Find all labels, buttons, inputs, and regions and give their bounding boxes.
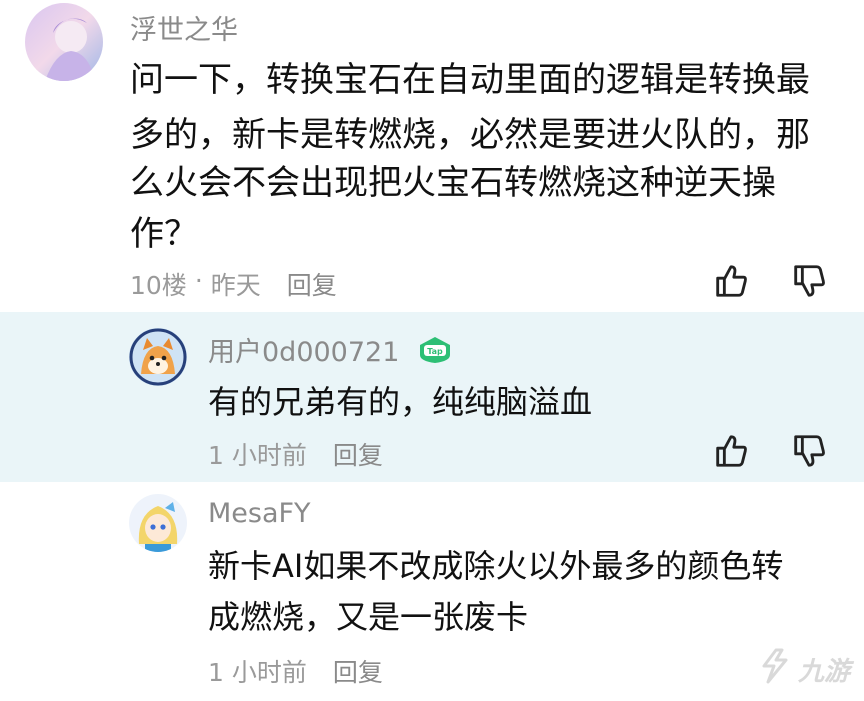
vote-actions [712, 432, 828, 470]
watermark-text: 九游 [797, 657, 850, 687]
jiuyou-logo-icon [754, 646, 794, 693]
avatar-image [25, 3, 103, 81]
reply-time: 1 小时前 [208, 441, 307, 470]
watermark: 九游 [754, 646, 850, 693]
thumbs-down-icon[interactable] [790, 262, 828, 300]
avatar[interactable] [129, 328, 187, 386]
comment-text-line: 么火会不会出现把火宝石转燃烧这种逆天操 [130, 163, 776, 203]
comment-main: 浮世之华 问一下，转换宝石在自动里面的逻辑是转换最 多的，新卡是转燃烧，必然是要… [0, 0, 864, 312]
avatar-image [129, 328, 187, 386]
reply-username[interactable]: 用户0d000721 Tap [208, 330, 452, 372]
reply-button[interactable]: 回复 [333, 653, 383, 689]
reply-meta: 1 小时前 回复 [208, 436, 383, 472]
reply-button[interactable]: 回复 [287, 266, 337, 302]
comment-time: 昨天 [210, 271, 261, 300]
comment-text-line: 多的，新卡是转燃烧，必然是要进火队的，那 [130, 115, 810, 155]
comment-username[interactable]: 浮世之华 [130, 8, 238, 47]
thumbs-up-icon[interactable] [712, 432, 750, 470]
vote-actions [712, 262, 828, 300]
reply-text-line: 新卡AI如果不改成除火以外最多的颜色转 [208, 547, 784, 585]
reply-username-text[interactable]: 用户0d000721 [208, 337, 399, 368]
avatar[interactable] [25, 3, 103, 81]
reply-comment: MesaFY 新卡AI如果不改成除火以外最多的颜色转 成燃烧，又是一张废卡 1 … [0, 482, 864, 701]
avatar[interactable] [129, 494, 187, 552]
comment-meta: 10楼 · 昨天 回复 [130, 266, 337, 302]
avatar-image [129, 494, 187, 552]
reply-time: 1 小时前 [208, 658, 307, 687]
thumbs-down-icon[interactable] [790, 432, 828, 470]
floor-number: 10楼 [130, 271, 187, 300]
thumbs-up-icon[interactable] [712, 262, 750, 300]
reply-meta: 1 小时前 回复 [208, 653, 383, 689]
comment-text-line: 作？ [130, 214, 198, 254]
reply-username[interactable]: MesaFY [208, 498, 311, 529]
comment-text-line: 问一下，转换宝石在自动里面的逻辑是转换最 [130, 60, 810, 100]
taptap-badge-icon: Tap [418, 335, 452, 372]
reply-button[interactable]: 回复 [333, 436, 383, 472]
reply-comment: 用户0d000721 Tap 有的兄弟有的，纯纯脑溢血 1 小时前 回复 [0, 312, 864, 482]
badge-text: Tap [427, 347, 443, 356]
reply-text-line: 成燃烧，又是一张废卡 [208, 598, 529, 636]
reply-text-line: 有的兄弟有的，纯纯脑溢血 [208, 383, 593, 421]
meta-separator: · [194, 266, 203, 295]
